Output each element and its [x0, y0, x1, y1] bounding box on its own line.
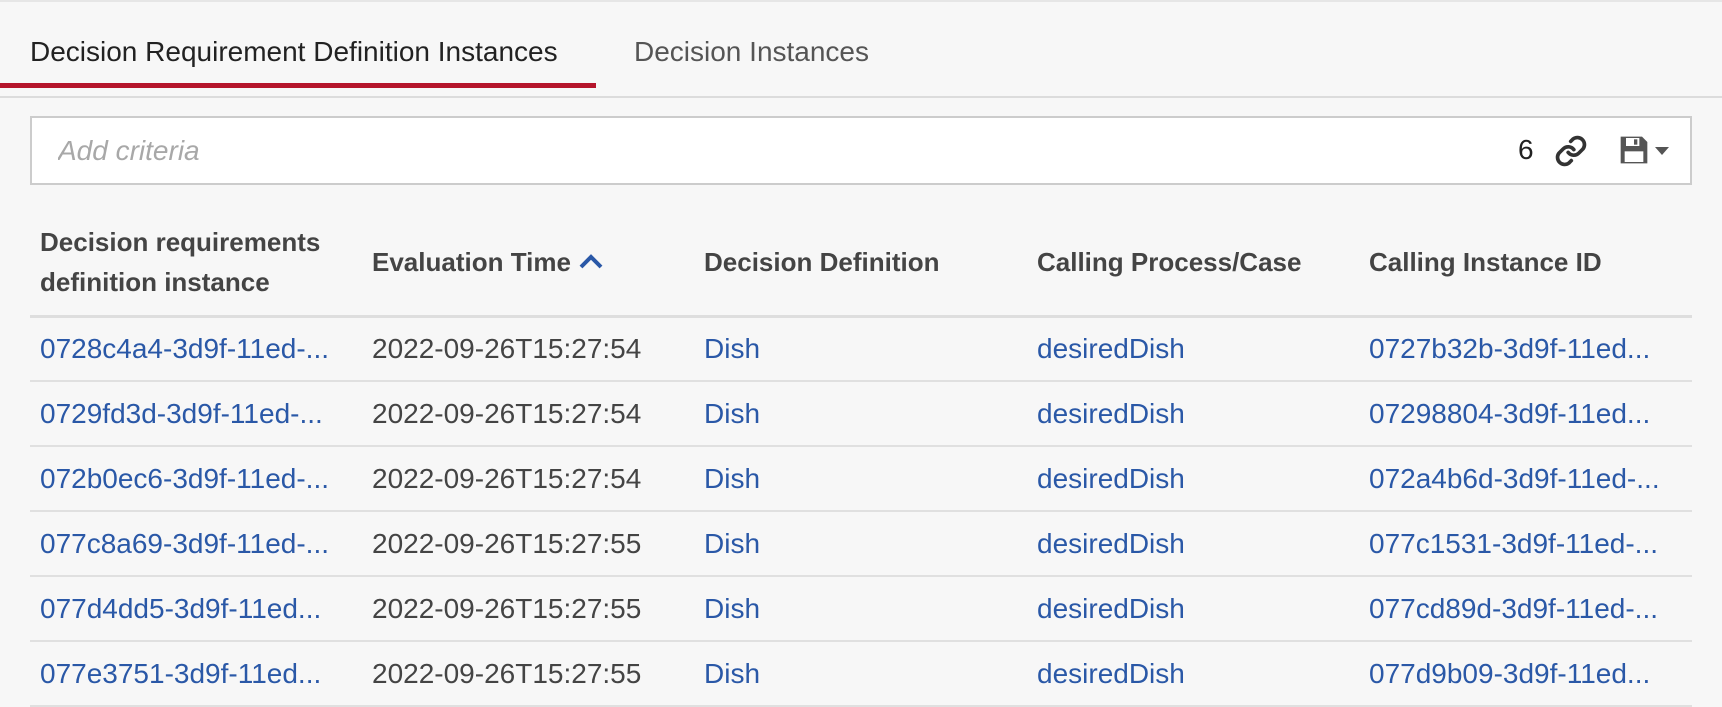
search-input[interactable]	[56, 126, 1460, 176]
column-header-calling-instance-id[interactable]: Calling Instance ID	[1359, 210, 1692, 318]
floppy-disk-icon[interactable]	[1618, 134, 1650, 166]
calling-process-link[interactable]: desiredDish	[1037, 593, 1185, 624]
drd-instance-link[interactable]: 072b0ec6-3d9f-11ed-...	[40, 463, 329, 494]
evaluation-time-cell: 2022-09-26T15:27:54	[362, 316, 694, 382]
calling-instance-link[interactable]: 0727b32b-3d9f-11ed...	[1369, 333, 1650, 364]
table-row: 077d4dd5-3d9f-11ed... 2022-09-26T15:27:5…	[30, 576, 1692, 642]
tab-bar: Decision Requirement Definition Instance…	[0, 0, 1722, 98]
calling-process-link[interactable]: desiredDish	[1037, 528, 1185, 559]
decision-definition-link[interactable]: Dish	[704, 463, 760, 494]
table-row: 072b0ec6-3d9f-11ed-... 2022-09-26T15:27:…	[30, 446, 1692, 512]
drd-instance-link[interactable]: 077e3751-3d9f-11ed...	[40, 658, 321, 689]
calling-instance-link[interactable]: 07298804-3d9f-11ed...	[1369, 398, 1650, 429]
table-row: 0729fd3d-3d9f-11ed-... 2022-09-26T15:27:…	[30, 381, 1692, 447]
search-bar: 6	[30, 116, 1692, 185]
caret-down-icon[interactable]	[1654, 146, 1670, 156]
drd-instance-link[interactable]: 077d4dd5-3d9f-11ed...	[40, 593, 321, 624]
evaluation-time-cell: 2022-09-26T15:27:54	[362, 381, 694, 447]
table-row: 0728c4a4-3d9f-11ed-... 2022-09-26T15:27:…	[30, 316, 1692, 382]
table-header-row: Decision requirements definition instanc…	[30, 210, 1692, 318]
evaluation-time-cell: 2022-09-26T15:27:55	[362, 641, 694, 707]
evaluation-time-cell: 2022-09-26T15:27:55	[362, 576, 694, 642]
evaluation-time-cell: 2022-09-26T15:27:54	[362, 446, 694, 512]
column-header-drd-instance[interactable]: Decision requirements definition instanc…	[30, 210, 362, 318]
result-count: 6	[1518, 134, 1534, 165]
calling-instance-link[interactable]: 077cd89d-3d9f-11ed-...	[1369, 593, 1658, 624]
tab-decision-instances[interactable]: Decision Instances	[634, 0, 869, 96]
evaluation-time-cell: 2022-09-26T15:27:55	[362, 511, 694, 577]
column-header-evaluation-time[interactable]: Evaluation Time	[362, 210, 694, 318]
calling-process-link[interactable]: desiredDish	[1037, 398, 1185, 429]
calling-process-link[interactable]: desiredDish	[1037, 658, 1185, 689]
drd-instance-link[interactable]: 077c8a69-3d9f-11ed-...	[40, 528, 329, 559]
calling-process-link[interactable]: desiredDish	[1037, 463, 1185, 494]
table-row: 077e3751-3d9f-11ed... 2022-09-26T15:27:5…	[30, 641, 1692, 707]
drd-instance-link[interactable]: 0729fd3d-3d9f-11ed-...	[40, 398, 323, 429]
decision-definition-link[interactable]: Dish	[704, 528, 760, 559]
tab-decision-requirement-definition-instances[interactable]: Decision Requirement Definition Instance…	[0, 0, 596, 96]
calling-instance-link[interactable]: 077d9b09-3d9f-11ed...	[1369, 658, 1650, 689]
decision-instances-table: Decision requirements definition instanc…	[30, 210, 1692, 707]
chevron-up-icon[interactable]	[579, 253, 603, 269]
decision-definition-link[interactable]: Dish	[704, 593, 760, 624]
calling-instance-link[interactable]: 077c1531-3d9f-11ed-...	[1369, 528, 1658, 559]
decision-definition-link[interactable]: Dish	[704, 398, 760, 429]
calling-process-link[interactable]: desiredDish	[1037, 333, 1185, 364]
decision-definition-link[interactable]: Dish	[704, 658, 760, 689]
table-row: 077c8a69-3d9f-11ed-... 2022-09-26T15:27:…	[30, 511, 1692, 577]
link-icon[interactable]	[1554, 134, 1588, 168]
drd-instance-link[interactable]: 0728c4a4-3d9f-11ed-...	[40, 333, 329, 364]
decision-definition-link[interactable]: Dish	[704, 333, 760, 364]
column-header-calling-process-case[interactable]: Calling Process/Case	[1027, 210, 1359, 318]
column-header-decision-definition[interactable]: Decision Definition	[694, 210, 1027, 318]
calling-instance-link[interactable]: 072a4b6d-3d9f-11ed-...	[1369, 463, 1660, 494]
